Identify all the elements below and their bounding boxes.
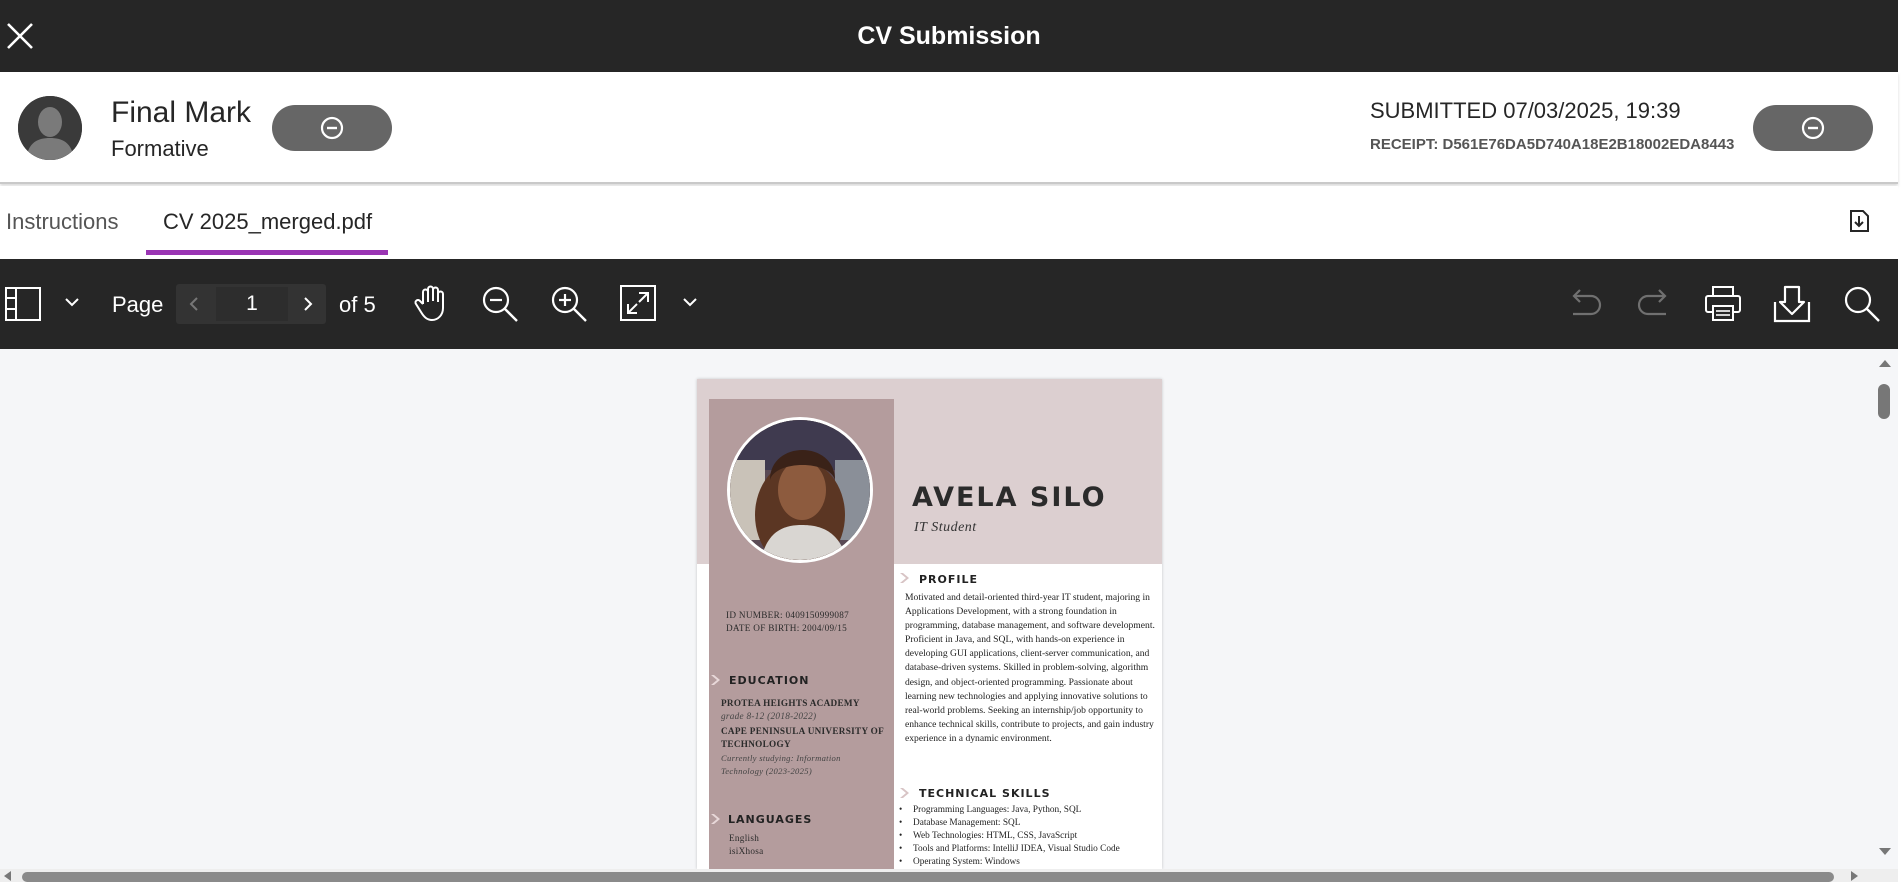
avatar xyxy=(18,96,82,160)
edu2-school-line1: CAPE PENINSULA UNIVERSITY OF xyxy=(721,726,884,736)
mark-toggle-button[interactable] xyxy=(272,105,392,151)
cv-role: IT Student xyxy=(914,520,977,535)
undo-icon[interactable] xyxy=(1565,286,1605,327)
skills-heading: TECHNICAL SKILLS xyxy=(919,787,1051,800)
pdf-page: AVELA SILO IT Student ID NUMBER: 0409150… xyxy=(697,379,1162,869)
cv-dob: DATE OF BIRTH: 2004/09/15 xyxy=(726,623,848,633)
page-label: Page xyxy=(112,292,164,317)
window-title: CV Submission xyxy=(857,22,1041,50)
page-number-input[interactable] xyxy=(216,287,288,321)
edu2-detail-line2: Technology (2023-2025) xyxy=(721,766,813,776)
submitted-timestamp: SUBMITTED 07/03/2025, 19:39 xyxy=(1370,98,1681,123)
edu1-detail: grade 8-12 (2018-2022) xyxy=(721,711,817,721)
next-page-icon[interactable] xyxy=(288,284,326,324)
education-heading: EDUCATION xyxy=(729,674,810,687)
pdf-toolbar: Page of 5 xyxy=(0,259,1898,349)
cv-name: AVELA SILO xyxy=(912,482,1107,513)
previous-page-icon[interactable] xyxy=(176,284,214,324)
language-item: English xyxy=(729,833,760,843)
cv-id-number: ID NUMBER: 0409150999087 xyxy=(726,610,850,620)
final-mark-label: Final Mark xyxy=(111,96,252,129)
list-item: Database Management: SQL xyxy=(897,817,1159,830)
page-count: of 5 xyxy=(339,292,376,317)
language-item: isiXhosa xyxy=(729,846,764,856)
horizontal-scroll-thumb[interactable] xyxy=(22,872,1834,882)
vertical-scrollbar[interactable] xyxy=(1872,349,1898,869)
arrow-down-icon[interactable] xyxy=(1878,847,1892,857)
submission-toggle-button[interactable] xyxy=(1753,105,1873,151)
person-icon xyxy=(18,96,82,160)
zoom-in-icon[interactable] xyxy=(549,284,589,329)
vertical-scroll-thumb[interactable] xyxy=(1878,384,1890,419)
active-tab-indicator xyxy=(146,250,388,255)
receipt-id: RECEIPT: D561E76DA5D740A18E2B18002EDA844… xyxy=(1370,136,1735,153)
chevron-right-icon xyxy=(711,675,720,685)
title-bar: CV Submission xyxy=(0,0,1898,72)
profile-text: Motivated and detail-oriented third-year… xyxy=(905,592,1155,744)
profile-photo xyxy=(727,417,873,563)
zoom-out-icon[interactable] xyxy=(480,284,520,329)
edu1-school: PROTEA HEIGHTS ACADEMY xyxy=(721,698,860,708)
pdf-viewer[interactable]: AVELA SILO IT Student ID NUMBER: 0409150… xyxy=(0,349,1898,869)
cv-submission-window: CV Submission Final Mark Formative SUBMI… xyxy=(0,0,1901,882)
download-file-icon[interactable] xyxy=(1846,208,1872,234)
list-item: Programming Languages: Java, Python, SQL xyxy=(897,804,1159,817)
chevron-down-icon[interactable] xyxy=(682,295,698,313)
submission-header: Final Mark Formative SUBMITTED 07/03/202… xyxy=(0,72,1898,184)
search-icon[interactable] xyxy=(1842,284,1882,329)
download-icon[interactable] xyxy=(1772,284,1812,329)
profile-heading: PROFILE xyxy=(919,573,979,586)
edu2-school-line2: TECHNOLOGY xyxy=(721,739,791,749)
edu2-detail-line1: Currently studying: Information xyxy=(721,753,841,763)
chevron-right-icon xyxy=(900,788,909,798)
tab-bar: Instructions CV 2025_merged.pdf xyxy=(0,186,1898,258)
assessment-type: Formative xyxy=(111,136,209,161)
chevron-right-icon xyxy=(711,814,720,824)
print-icon[interactable] xyxy=(1703,285,1743,328)
chevron-down-icon[interactable] xyxy=(64,295,80,313)
languages-heading: LANGUAGES xyxy=(728,813,813,826)
list-item: Web Technologies: HTML, CSS, JavaScript xyxy=(897,830,1159,843)
minus-circle-icon xyxy=(1801,116,1825,140)
sidebar-panel-icon[interactable] xyxy=(4,285,42,328)
arrow-right-icon[interactable] xyxy=(1850,870,1860,882)
chevron-right-icon xyxy=(900,573,909,583)
page-navigator xyxy=(176,284,326,324)
skills-list: Programming Languages: Java, Python, SQL… xyxy=(897,804,1159,869)
tab-instructions[interactable]: Instructions xyxy=(6,209,119,235)
arrow-left-icon[interactable] xyxy=(2,870,12,882)
horizontal-scrollbar[interactable] xyxy=(0,869,1898,882)
fit-page-icon[interactable] xyxy=(619,284,657,327)
hand-tool-icon[interactable] xyxy=(411,282,453,329)
list-item: Operating System: Windows xyxy=(897,856,1159,869)
list-item: Tools and Platforms: IntelliJ IDEA, Visu… xyxy=(897,843,1159,856)
redo-icon[interactable] xyxy=(1634,286,1674,327)
tab-cv-file[interactable]: CV 2025_merged.pdf xyxy=(163,209,372,235)
minus-circle-icon xyxy=(320,116,344,140)
arrow-up-icon[interactable] xyxy=(1878,358,1892,368)
